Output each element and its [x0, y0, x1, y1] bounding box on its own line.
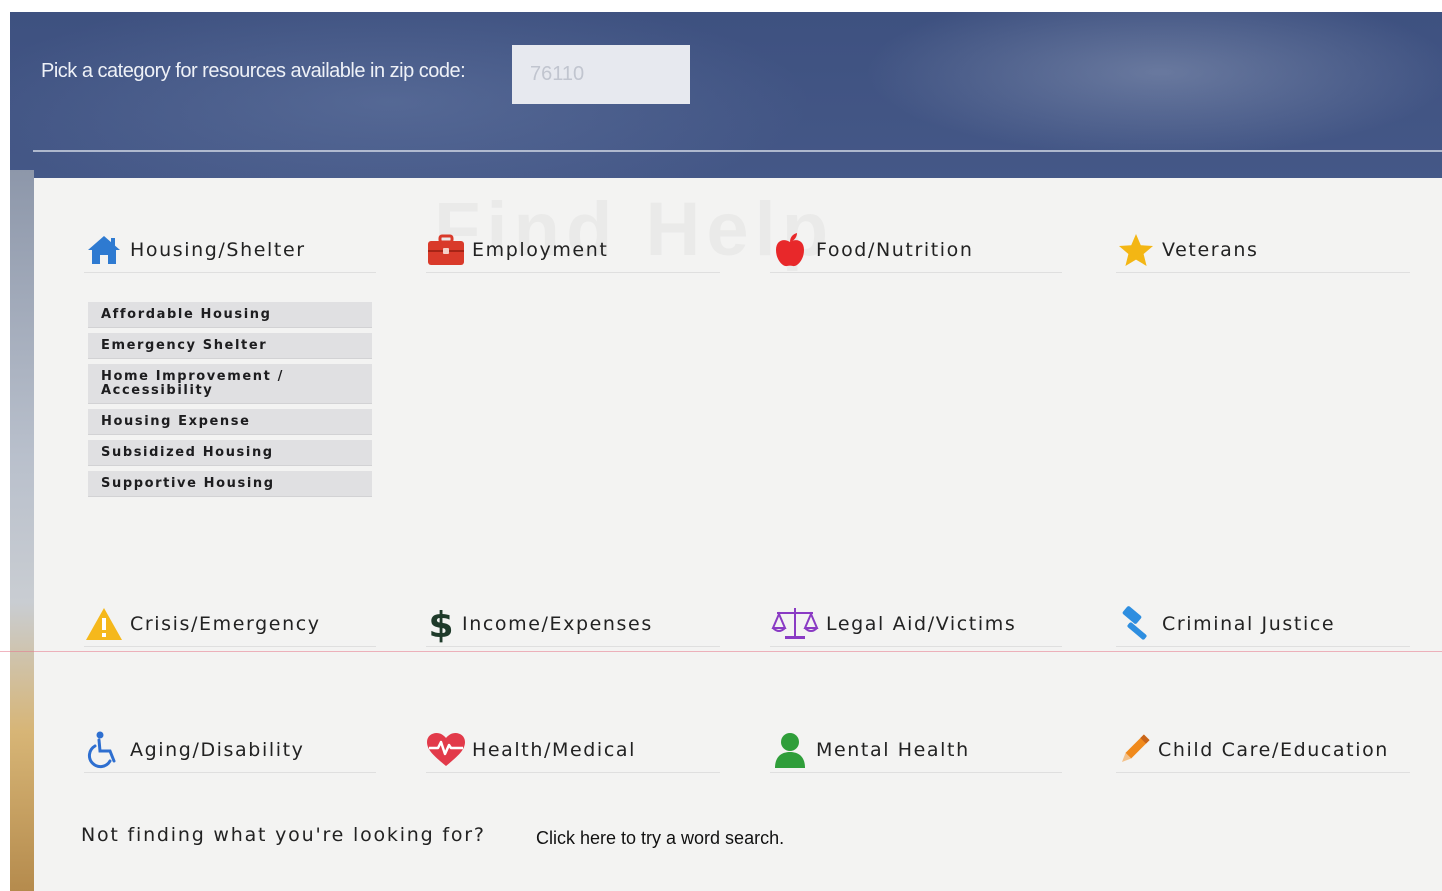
category-child-care-education[interactable]: Child Care/Education: [1116, 728, 1410, 773]
warning-icon: [84, 604, 124, 644]
submenu-item-housing-expense[interactable]: Housing Expense: [88, 409, 372, 435]
gavel-icon: [1116, 604, 1156, 644]
category-crisis-emergency[interactable]: Crisis/Emergency: [84, 602, 376, 647]
svg-text:$: $: [430, 605, 452, 643]
heart-pulse-icon: [426, 730, 466, 770]
category-label: Criminal Justice: [1162, 613, 1336, 635]
category-label: Crisis/Emergency: [130, 613, 321, 635]
category-label: Aging/Disability: [130, 739, 305, 761]
category-criminal-justice[interactable]: Criminal Justice: [1116, 602, 1410, 647]
word-search-link[interactable]: Click here to try a word search.: [536, 828, 784, 849]
apple-icon: [770, 230, 810, 270]
category-legal-aid-victims[interactable]: Legal Aid/Victims: [770, 602, 1062, 647]
submenu-item-affordable-housing[interactable]: Affordable Housing: [88, 302, 372, 328]
submenu-item-subsidized-housing[interactable]: Subsidized Housing: [88, 440, 372, 466]
category-income-expenses[interactable]: $ Income/Expenses: [426, 602, 720, 647]
zip-code-input[interactable]: [512, 45, 690, 104]
person-icon: [770, 730, 810, 770]
category-label: Health/Medical: [472, 739, 636, 761]
category-label: Housing/Shelter: [130, 239, 306, 261]
wheelchair-icon: [84, 730, 124, 770]
category-health-medical[interactable]: Health/Medical: [426, 728, 720, 773]
category-mental-health[interactable]: Mental Health: [770, 728, 1062, 773]
submenu-item-supportive-housing[interactable]: Supportive Housing: [88, 471, 372, 497]
category-aging-disability[interactable]: Aging/Disability: [84, 728, 376, 773]
category-label: Child Care/Education: [1158, 739, 1389, 761]
house-icon: [84, 230, 124, 270]
category-housing-shelter[interactable]: Housing/Shelter: [84, 228, 376, 273]
housing-submenu: Affordable Housing Emergency Shelter Hom…: [88, 302, 372, 502]
hero-divider: [33, 150, 1442, 152]
scan-line-artifact: [0, 651, 1442, 652]
category-label: Veterans: [1162, 239, 1259, 261]
category-panel: Find Help Housing/Shelter Employment Foo…: [34, 178, 1442, 891]
not-finding-prompt: Not finding what you're looking for?: [81, 824, 486, 846]
submenu-item-emergency-shelter[interactable]: Emergency Shelter: [88, 333, 372, 359]
category-label: Food/Nutrition: [816, 239, 974, 261]
star-icon: [1116, 230, 1156, 270]
category-veterans[interactable]: Veterans: [1116, 228, 1410, 273]
category-food-nutrition[interactable]: Food/Nutrition: [770, 228, 1062, 273]
hero-background-edge: [10, 170, 34, 891]
find-help-screen: Pick a category for resources available …: [0, 0, 1442, 891]
briefcase-icon: [426, 230, 466, 270]
category-label: Employment: [472, 239, 609, 261]
category-label: Mental Health: [816, 739, 970, 761]
category-label: Income/Expenses: [462, 613, 653, 635]
scales-icon: [770, 604, 820, 644]
pencil-icon: [1116, 730, 1152, 770]
zip-code-label: Pick a category for resources available …: [41, 60, 466, 82]
category-label: Legal Aid/Victims: [826, 613, 1017, 635]
dollar-icon: $: [426, 604, 456, 644]
submenu-item-home-improvement[interactable]: Home Improvement / Accessibility: [88, 364, 372, 404]
category-employment[interactable]: Employment: [426, 228, 720, 273]
